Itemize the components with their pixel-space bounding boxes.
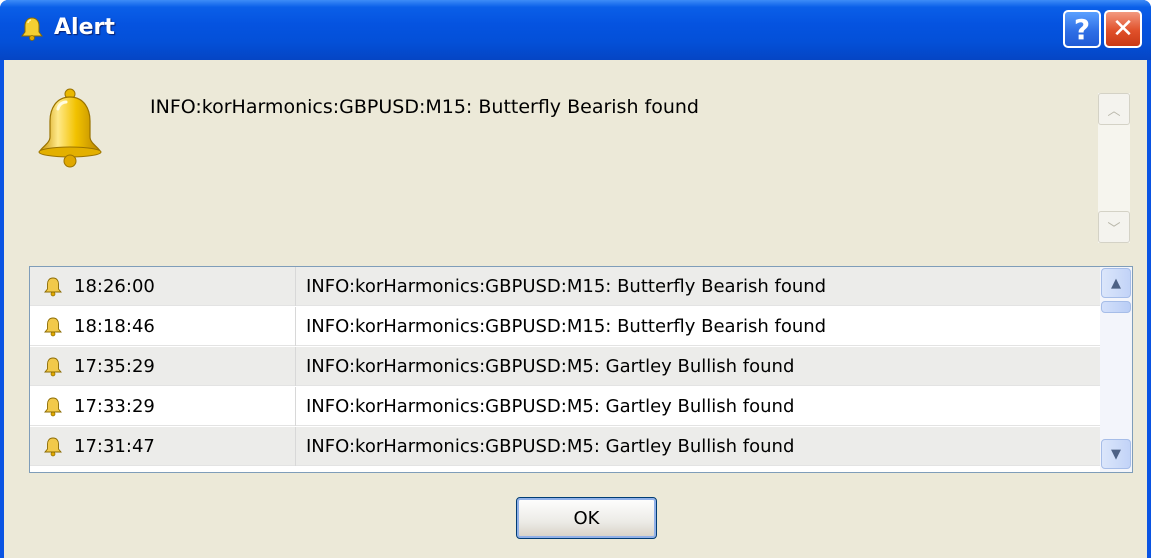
close-button[interactable]: ✕	[1104, 10, 1142, 48]
time-cell: 18:26:00	[30, 267, 296, 306]
help-button[interactable]: ?	[1063, 10, 1101, 48]
time-cell: 17:31:47	[30, 427, 296, 466]
scroll-thumb[interactable]	[1101, 301, 1131, 313]
bell-icon	[44, 397, 62, 417]
dialog-body: INFO:korHarmonics:GBPUSD:M15: Butterfly …	[4, 60, 1147, 558]
table-row[interactable]: 17:35:29 INFO:korHarmonics:GBPUSD:M5: Gar…	[30, 347, 1100, 386]
alert-row-message: INFO:korHarmonics:GBPUSD:M5: Gartley Bul…	[306, 396, 795, 417]
alert-message: INFO:korHarmonics:GBPUSD:M15: Butterfly …	[150, 96, 699, 118]
alert-time: 17:35:29	[74, 356, 155, 377]
time-cell: 17:33:29	[30, 387, 296, 426]
bell-icon	[44, 437, 62, 457]
ok-button[interactable]: OK	[516, 497, 657, 539]
chevron-up-icon: ▲	[1111, 275, 1121, 291]
scroll-up-button[interactable]: ▲	[1101, 268, 1131, 298]
table-row[interactable]: 17:31:47 INFO:korHarmonics:GBPUSD:M5: Gar…	[30, 427, 1100, 466]
chevron-down-icon: ▼	[1111, 446, 1121, 462]
scroll-down-button[interactable]: ﹀	[1098, 211, 1130, 243]
message-scrollbar[interactable]: ︿ ﹀	[1098, 93, 1130, 243]
alert-row-message: INFO:korHarmonics:GBPUSD:M15: Butterfly …	[306, 316, 827, 337]
close-icon: ✕	[1112, 14, 1134, 44]
alert-rows: 18:26:00 INFO:korHarmonics:GBPUSD:M15: Bu…	[30, 267, 1100, 472]
alert-window: Alert ? ✕ INFO:korHarmonics:GBPUSD:M15: …	[0, 0, 1151, 558]
alert-row-message: INFO:korHarmonics:GBPUSD:M5: Gartley Bul…	[306, 436, 795, 457]
time-cell: 18:18:46	[30, 307, 296, 346]
bell-icon	[44, 277, 62, 297]
bell-icon	[21, 17, 43, 41]
alert-history-list[interactable]: 18:26:00 INFO:korHarmonics:GBPUSD:M15: Bu…	[29, 266, 1133, 473]
help-icon: ?	[1073, 12, 1091, 46]
time-cell: 17:35:29	[30, 347, 296, 386]
table-row[interactable]: 17:33:29 INFO:korHarmonics:GBPUSD:M5: Gar…	[30, 387, 1100, 426]
alert-row-message: INFO:korHarmonics:GBPUSD:M15: Butterfly …	[306, 276, 827, 297]
window-title: Alert	[54, 15, 115, 40]
chevron-down-icon: ﹀	[1107, 221, 1121, 237]
bell-icon	[44, 357, 62, 377]
bell-icon	[38, 88, 102, 168]
list-scrollbar[interactable]: ▲ ▼	[1100, 267, 1132, 472]
scroll-down-button[interactable]: ▼	[1101, 439, 1131, 469]
bell-icon	[44, 317, 62, 337]
chevron-up-icon: ︿	[1107, 103, 1121, 119]
alert-row-message: INFO:korHarmonics:GBPUSD:M5: Gartley Bul…	[306, 356, 795, 377]
table-row[interactable]: 18:18:46 INFO:korHarmonics:GBPUSD:M15: Bu…	[30, 307, 1100, 346]
alert-time: 17:31:47	[74, 436, 155, 457]
alert-time: 17:33:29	[74, 396, 155, 417]
alert-time: 18:26:00	[74, 276, 155, 297]
alert-time: 18:18:46	[74, 316, 155, 337]
scroll-up-button[interactable]: ︿	[1098, 93, 1130, 125]
table-row[interactable]: 18:26:00 INFO:korHarmonics:GBPUSD:M15: Bu…	[30, 267, 1100, 306]
title-bar[interactable]: Alert ? ✕	[0, 0, 1151, 60]
